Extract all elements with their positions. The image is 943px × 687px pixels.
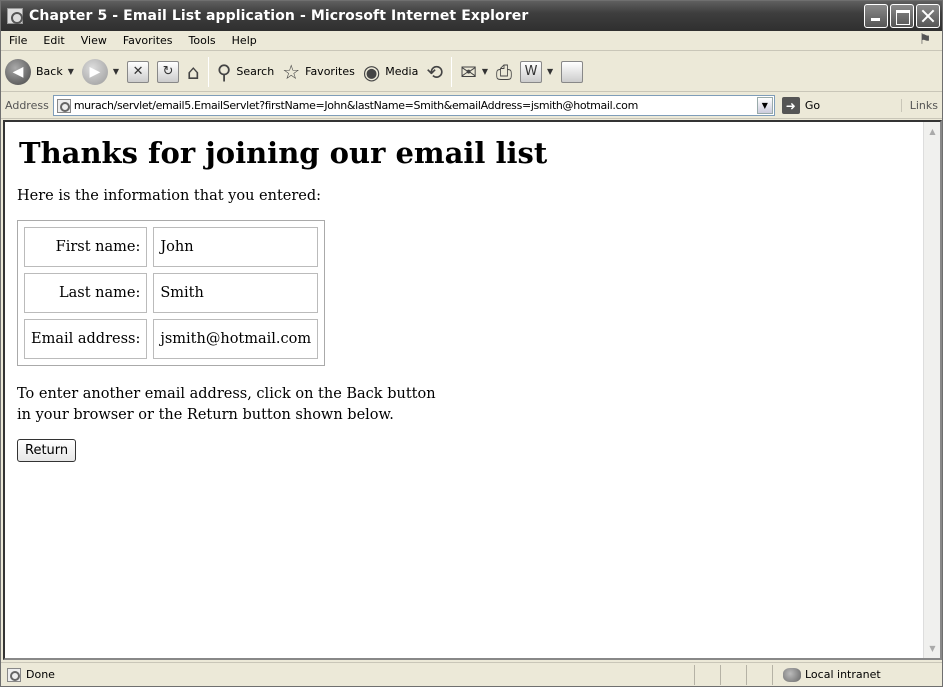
- search-button[interactable]: ⚲ Search: [213, 55, 278, 89]
- toolbar-separator: [451, 56, 453, 87]
- window-controls: [864, 4, 940, 28]
- maximize-button[interactable]: [890, 4, 914, 28]
- home-icon: ⌂: [187, 59, 200, 84]
- first-name-value: John: [153, 227, 319, 268]
- scroll-up-icon[interactable]: ▲: [925, 124, 940, 139]
- menu-file[interactable]: File: [1, 34, 35, 47]
- edit-button[interactable]: W ▼: [516, 55, 557, 89]
- mail-icon: ✉: [460, 59, 477, 84]
- ie-page-icon: [7, 8, 23, 24]
- window-title: Chapter 5 - Email List application - Mic…: [29, 8, 529, 24]
- back-arrow-icon: ◀: [5, 58, 31, 85]
- favorites-label: Favorites: [305, 65, 355, 78]
- close-button[interactable]: [916, 4, 940, 28]
- table-row: Email address: jsmith@hotmail.com: [24, 319, 319, 360]
- ie-page-icon: [56, 98, 71, 113]
- home-button[interactable]: ⌂: [183, 55, 204, 89]
- table-row: First name: John: [24, 227, 319, 268]
- history-icon: ⟲: [426, 59, 444, 84]
- go-label: Go: [804, 99, 821, 112]
- print-button[interactable]: ⎙: [492, 55, 516, 89]
- back-label: Back: [36, 65, 63, 78]
- email-address-label: Email address:: [24, 319, 148, 360]
- intro-text: Here is the information that you entered…: [17, 188, 322, 204]
- chevron-down-icon[interactable]: ▼: [756, 97, 773, 114]
- vertical-scrollbar[interactable]: ▲ ▼: [923, 122, 940, 658]
- status-pane: [720, 664, 746, 685]
- scroll-down-icon[interactable]: ▼: [925, 641, 940, 656]
- security-zone: Local intranet: [772, 664, 942, 685]
- toolbar-separator: [207, 56, 209, 87]
- status-text: Done: [26, 668, 55, 681]
- instruction-text: To enter another email address, click on…: [17, 386, 436, 423]
- page-content: Thanks for joining our email list Here i…: [5, 122, 924, 658]
- status-panes: Local intranet: [694, 664, 942, 685]
- search-label: Search: [236, 65, 275, 78]
- menu-help[interactable]: Help: [224, 34, 265, 47]
- mail-button[interactable]: ✉ ▼: [456, 55, 492, 89]
- refresh-button[interactable]: ↻: [153, 55, 183, 89]
- links-button[interactable]: Links: [900, 99, 938, 112]
- address-input[interactable]: murach/servlet/email5.EmailServlet?first…: [52, 95, 775, 116]
- forward-arrow-icon: ▶: [81, 58, 108, 85]
- chevron-down-icon[interactable]: ▼: [68, 67, 74, 76]
- menu-edit[interactable]: Edit: [35, 34, 72, 47]
- favorites-button[interactable]: ☆ Favorites: [278, 55, 359, 89]
- table-row: Last name: Smith: [24, 273, 319, 314]
- status-bar: Done Local intranet: [1, 662, 942, 686]
- media-label: Media: [385, 65, 419, 78]
- history-button[interactable]: ⟲: [422, 55, 447, 89]
- go-button[interactable]: ➜ Go: [781, 97, 821, 114]
- chevron-down-icon[interactable]: ▼: [482, 67, 488, 76]
- address-bar: Address murach/servlet/email5.EmailServl…: [1, 93, 942, 119]
- last-name-value: Smith: [153, 273, 319, 314]
- zone-label: Local intranet: [805, 668, 881, 681]
- forward-button[interactable]: ▶ ▼: [78, 55, 123, 89]
- email-address-value: jsmith@hotmail.com: [153, 319, 319, 360]
- menu-bar: File Edit View Favorites Tools Help ⚑: [1, 31, 942, 51]
- return-button[interactable]: Return: [17, 438, 77, 462]
- menu-view[interactable]: View: [73, 34, 115, 47]
- stop-icon: ✕: [127, 60, 150, 83]
- intranet-icon: [783, 667, 801, 682]
- back-button[interactable]: ◀ Back ▼: [1, 55, 78, 89]
- menu-favorites[interactable]: Favorites: [115, 34, 181, 47]
- page-heading: Thanks for joining our email list: [19, 136, 548, 170]
- last-name-label: Last name:: [24, 273, 148, 314]
- discuss-button[interactable]: [557, 55, 587, 89]
- media-button[interactable]: ◉ Media: [359, 55, 423, 89]
- page-viewport: Thanks for joining our email list Here i…: [3, 120, 942, 660]
- printer-icon: ⎙: [496, 59, 513, 84]
- browser-window: Chapter 5 - Email List application - Mic…: [0, 0, 943, 687]
- info-table: First name: John Last name: Smith Email …: [17, 220, 326, 367]
- discuss-icon: [561, 60, 584, 83]
- minimize-button[interactable]: [864, 4, 888, 28]
- media-icon: ◉: [362, 59, 381, 84]
- title-bar[interactable]: Chapter 5 - Email List application - Mic…: [1, 1, 942, 31]
- chevron-down-icon[interactable]: ▼: [113, 67, 119, 76]
- star-icon: ☆: [282, 59, 301, 84]
- ie-page-icon: [7, 667, 21, 682]
- windows-logo-icon: ⚑: [914, 32, 936, 50]
- word-icon: W: [520, 60, 543, 83]
- go-arrow-icon: ➜: [781, 97, 800, 114]
- refresh-icon: ↻: [157, 60, 180, 83]
- status-pane: [694, 664, 720, 685]
- address-url[interactable]: murach/servlet/email5.EmailServlet?first…: [74, 99, 757, 112]
- menu-tools[interactable]: Tools: [181, 34, 224, 47]
- search-icon: ⚲: [216, 59, 232, 84]
- standard-toolbar: ◀ Back ▼ ▶ ▼ ✕ ↻ ⌂ ⚲ Search ☆ Favorites …: [1, 52, 942, 92]
- address-label: Address: [5, 99, 49, 112]
- stop-button[interactable]: ✕: [123, 55, 153, 89]
- status-pane: [746, 664, 772, 685]
- chevron-down-icon[interactable]: ▼: [547, 67, 553, 76]
- first-name-label: First name:: [24, 227, 148, 268]
